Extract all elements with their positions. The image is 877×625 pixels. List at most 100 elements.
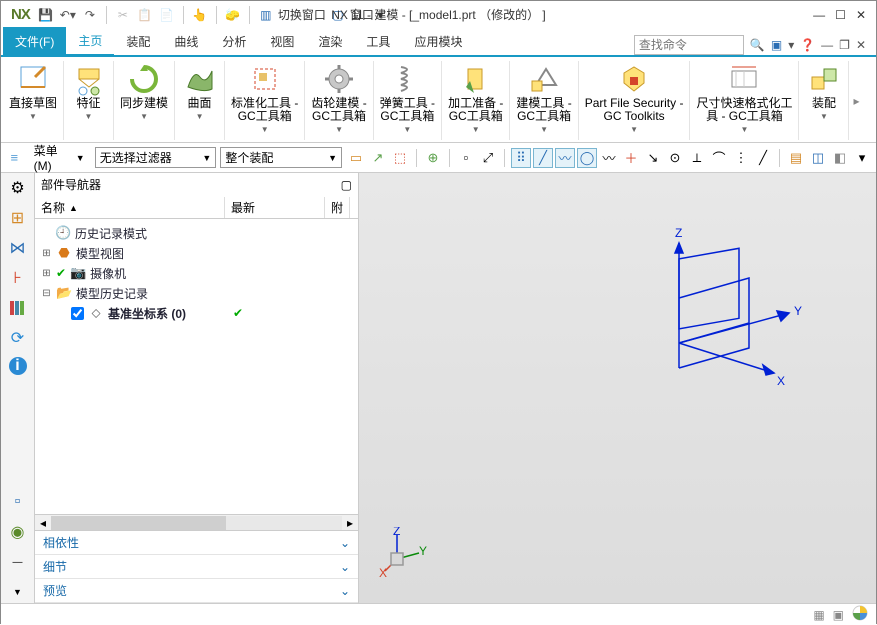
rgroup-dim-format[interactable]: 尺寸快速格式化工具 - GC工具箱▼ (690, 61, 799, 140)
status-box-icon[interactable]: ▣ (833, 608, 844, 622)
snap-plus-icon[interactable]: ＋ (621, 148, 641, 168)
snap-line-icon[interactable]: ╱ (533, 148, 553, 168)
sel-rect-icon[interactable]: ▭ (346, 148, 366, 168)
snap-tan-icon[interactable]: ⌒ (709, 148, 729, 168)
snap-int-icon[interactable]: ⊙ (665, 148, 685, 168)
accordion-dependency[interactable]: 相依性⌄ (35, 531, 358, 555)
eraser-icon[interactable]: 🧽 (223, 5, 243, 25)
accordion-detail[interactable]: 细节⌄ (35, 555, 358, 579)
snap-mid-icon[interactable]: 〰 (599, 148, 619, 168)
more-icon[interactable]: ▾ (852, 148, 872, 168)
rail-navigator-icon[interactable]: ⊞ (7, 207, 29, 229)
window-split-icon[interactable]: ▥ (256, 5, 276, 25)
sel-add-icon[interactable]: ⊕ (423, 148, 443, 168)
rgroup-sketch[interactable]: 直接草图▼ (3, 61, 64, 140)
tab-analysis[interactable]: 分析 (210, 27, 258, 55)
tree-row-camera[interactable]: ⊞ ✔ 📷 摄像机 (37, 263, 356, 283)
touch-icon[interactable]: 👆 (190, 5, 210, 25)
sel-dotbox-icon[interactable]: ▫ (456, 148, 476, 168)
collapse-icon[interactable]: ⊟ (41, 288, 52, 299)
sel-expand-icon[interactable]: ⤢ (478, 148, 498, 168)
minimize-icon[interactable]: — (813, 8, 825, 22)
rail-collapse-icon[interactable]: — (7, 551, 29, 573)
rgroup-security[interactable]: Part File Security -GC Toolkits▼ (579, 61, 691, 140)
graphics-viewport[interactable]: Z Y X Z Y X (359, 173, 876, 603)
mdi-restore-icon[interactable]: ❐ (839, 38, 850, 52)
expand-icon[interactable]: ⊞ (41, 248, 52, 259)
menu-button[interactable]: 菜单(M) ▼ (28, 140, 91, 175)
sel-box-icon[interactable]: ⬚ (390, 148, 410, 168)
expand-icon[interactable]: ⊞ (41, 268, 52, 279)
cut-icon[interactable]: ✂ (113, 5, 133, 25)
maximize-icon[interactable]: ☐ (835, 8, 846, 22)
navigator-pin-icon[interactable]: ▢ (341, 178, 352, 192)
view-cube-icon[interactable]: ◫ (808, 148, 828, 168)
rail-down-icon[interactable]: ▼ (7, 581, 29, 603)
rail-globe-icon[interactable]: ◉ (7, 521, 29, 543)
snap-curve-icon[interactable]: 〰 (555, 148, 575, 168)
feature-checkbox[interactable] (71, 307, 84, 320)
rail-feed-icon[interactable]: ⟳ (7, 327, 29, 349)
rail-datum-icon[interactable]: ⊦ (7, 267, 29, 289)
tree-row-history[interactable]: ⊟ 📂 模型历史记录 (37, 283, 356, 303)
switch-window-label[interactable]: 切换窗口 (278, 6, 326, 23)
command-search-input[interactable] (634, 35, 744, 55)
view-options-icon[interactable]: ▣ (771, 38, 782, 52)
save-icon[interactable]: 💾 (36, 5, 56, 25)
rgroup-gear[interactable]: 齿轮建模 -GC工具箱▼ (305, 61, 373, 140)
tab-render[interactable]: 渲染 (306, 27, 354, 55)
rail-info-icon[interactable]: i (9, 357, 27, 375)
tab-tools[interactable]: 工具 (354, 27, 402, 55)
tab-assembly[interactable]: 装配 (114, 27, 162, 55)
tab-view[interactable]: 视图 (258, 27, 306, 55)
assembly-combo[interactable]: 整个装配▼ (220, 147, 342, 168)
snap-circle-icon[interactable]: ◯ (577, 148, 597, 168)
layer-icon[interactable]: ▤ (786, 148, 806, 168)
menu-bars-icon[interactable]: ≡ (5, 148, 24, 168)
snap-points-icon[interactable]: ⠿ (511, 148, 531, 168)
close-icon[interactable]: ✕ (856, 8, 866, 22)
tab-home[interactable]: 主页 (66, 26, 114, 57)
shade-icon[interactable]: ◧ (830, 148, 850, 168)
tree-row-model-view[interactable]: ⊞ ⬣ 模型视图 (37, 243, 356, 263)
snap-vert-icon[interactable]: ⋮ (731, 148, 751, 168)
accordion-preview[interactable]: 预览⌄ (35, 579, 358, 603)
mdi-close-icon[interactable]: ✕ (856, 38, 866, 52)
col-attr[interactable]: 附 (325, 197, 350, 218)
undo-icon[interactable]: ↶▾ (58, 5, 78, 25)
rail-settings-icon[interactable]: ⚙ (7, 177, 29, 199)
rgroup-machining[interactable]: 加工准备 -GC工具箱▼ (442, 61, 510, 140)
paste-icon[interactable]: 📄 (157, 5, 177, 25)
tree-row-history-mode[interactable]: 🕘 历史记录模式 (37, 223, 356, 243)
navigator-hscroll[interactable]: ◂ ▸ (35, 514, 358, 530)
dropdown-icon[interactable]: ▾ (788, 38, 794, 52)
search-icon[interactable]: 🔍 (750, 38, 765, 52)
snap-line2-icon[interactable]: ╱ (753, 148, 773, 168)
file-tab[interactable]: 文件(F) (3, 27, 66, 55)
snap-perp-icon[interactable]: ⟂ (687, 148, 707, 168)
col-name[interactable]: 名称 ▲ (35, 197, 225, 218)
col-latest[interactable]: 最新 (225, 197, 325, 218)
rgroup-std-tools[interactable]: 标准化工具 -GC工具箱▼ (225, 61, 305, 140)
tab-curve[interactable]: 曲线 (162, 27, 210, 55)
status-grid-icon[interactable]: ▦ (813, 608, 824, 622)
ribbon-overflow-icon[interactable]: ▸ (849, 61, 863, 140)
tab-app-module[interactable]: 应用模块 (402, 27, 474, 55)
sel-arrow-icon[interactable]: ↗ (368, 148, 388, 168)
rail-library-icon[interactable] (7, 297, 29, 319)
rgroup-assembly[interactable]: 装配▼ (799, 61, 849, 140)
snap-end-icon[interactable]: ↘ (643, 148, 663, 168)
rgroup-surface[interactable]: 曲面▼ (175, 61, 225, 140)
rgroup-sync[interactable]: 同步建模▼ (114, 61, 175, 140)
mdi-minimize-icon[interactable]: — (821, 38, 833, 52)
rgroup-model-tools[interactable]: 建模工具 -GC工具箱▼ (510, 61, 578, 140)
rgroup-spring[interactable]: 弹簧工具 -GC工具箱▼ (374, 61, 442, 140)
help-icon[interactable]: ❓ (800, 38, 815, 52)
tree-row-datum-csys[interactable]: ⬦ 基准坐标系 (0) ✔ (37, 303, 356, 323)
filter-combo[interactable]: 无选择过滤器▼ (95, 147, 217, 168)
redo-icon[interactable]: ↷ (80, 5, 100, 25)
rail-page-icon[interactable]: ▫ (7, 491, 29, 513)
status-logo-icon[interactable] (852, 605, 868, 624)
copy-icon[interactable]: 📋 (135, 5, 155, 25)
rgroup-feature[interactable]: 特征▼ (64, 61, 114, 140)
